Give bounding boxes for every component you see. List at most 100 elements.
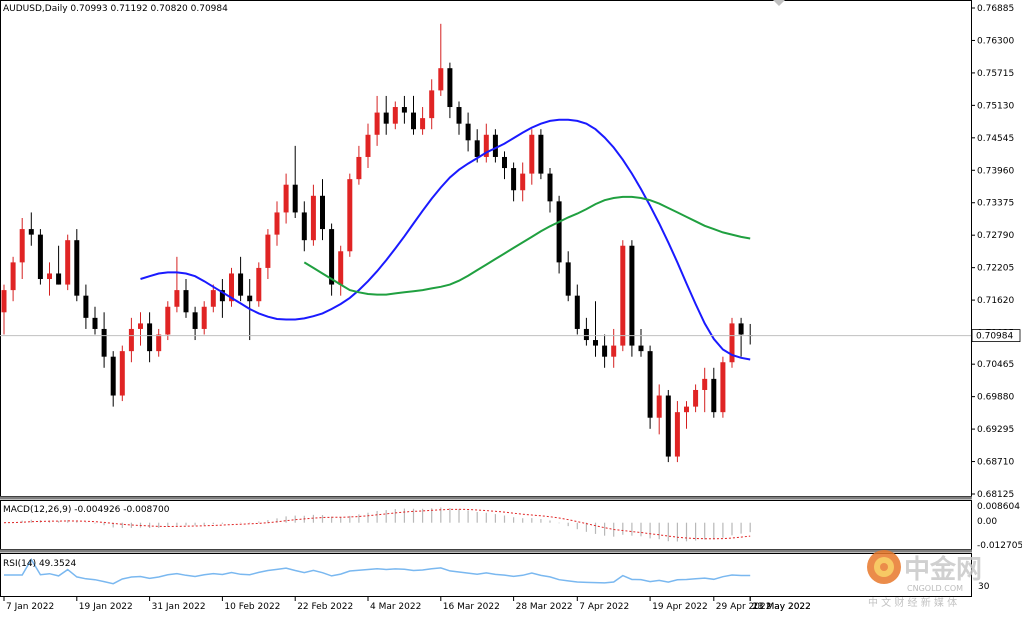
- candle-body: [1, 290, 7, 313]
- candle-body: [247, 295, 253, 302]
- candle-body: [583, 328, 589, 341]
- candle-body: [165, 306, 171, 335]
- candle-body: [665, 395, 671, 457]
- date-axis: 7 Jan 2022 19 Jan 2022 31 Jan 2022 10 Feb 2…: [3, 597, 811, 612]
- candle-body: [420, 118, 426, 130]
- candle-body: [329, 229, 335, 285]
- date-tick-label: 19 Apr 2022: [652, 602, 708, 612]
- candle-body: [429, 90, 435, 119]
- candle-body: [292, 184, 298, 213]
- candle-body: [547, 173, 553, 202]
- candle-body: [511, 168, 517, 191]
- date-tick-label: 4 Mar 2022: [370, 602, 421, 612]
- macd-title: MACD(12,26,9) -0.004926 -0.008700: [3, 505, 170, 515]
- candle-body: [438, 68, 444, 91]
- candle-body: [447, 68, 453, 108]
- candle-body: [138, 323, 143, 329]
- candle-body: [83, 295, 89, 318]
- candle-body: [92, 317, 98, 329]
- candle-body: [101, 328, 107, 357]
- price-tick-label: 0.73375: [977, 199, 1014, 209]
- candle-body: [693, 389, 699, 407]
- candle-body: [383, 112, 389, 124]
- price-tick-label: 0.76885: [977, 4, 1014, 14]
- candle-body: [502, 156, 507, 169]
- watermark-name: 中金网: [904, 554, 982, 585]
- candle-body: [265, 234, 271, 268]
- rsi-title: RSI(14) 49.3524: [3, 559, 76, 569]
- candle-body: [274, 212, 280, 235]
- candle-body: [201, 306, 207, 329]
- candle-body: [156, 334, 162, 352]
- date-tick-label: 28 Mar 2022: [516, 602, 573, 612]
- macd-tick-label: 0.00: [977, 517, 997, 527]
- candle-body: [474, 140, 480, 157]
- candle-body: [492, 134, 498, 157]
- price-tick-label: 0.68125: [977, 490, 1014, 500]
- price-axis: 0.76885 0.76300 0.75715 0.75130 0.74545 0.739…: [971, 4, 1014, 500]
- candle-body: [37, 234, 43, 280]
- candle-body: [392, 107, 398, 124]
- candle-body: [602, 345, 608, 357]
- candle-body: [356, 156, 362, 180]
- candle-body: [647, 351, 653, 418]
- date-tick-label: 23 May 2022: [752, 602, 811, 612]
- watermark-domain: CNGOLD.COM: [907, 584, 963, 593]
- price-tick-label: 0.69295: [977, 425, 1014, 435]
- candle-body: [656, 395, 662, 418]
- candle-body: [684, 406, 689, 413]
- candle-body: [593, 340, 598, 346]
- candle-body: [256, 267, 262, 302]
- candle-body: [629, 245, 635, 346]
- candle-body: [620, 245, 626, 346]
- watermark-coin-core-icon: [880, 563, 888, 571]
- price-tick-label: 0.75130: [977, 101, 1014, 111]
- price-tick-label: 0.76300: [977, 36, 1014, 46]
- price-tick-label: 0.68710: [977, 458, 1014, 468]
- chart-canvas: 0.76885 0.76300 0.75715 0.75130 0.74545 0.739…: [0, 0, 1022, 612]
- candle-body: [365, 134, 371, 157]
- candle-body: [119, 351, 125, 396]
- watermark-slogan: 中 文 财 经 新 媒 体: [868, 596, 957, 609]
- candle-body: [28, 229, 34, 235]
- candle-body: [538, 134, 544, 174]
- price-tick-label: 0.70465: [977, 360, 1014, 370]
- chart-title: AUDUSD,Daily 0.70993 0.71192 0.70820 0.7…: [3, 4, 228, 14]
- date-tick-label: 19 Jan 2022: [79, 602, 133, 612]
- date-tick-label: 10 Feb 2022: [224, 602, 280, 612]
- candle-body: [192, 312, 198, 329]
- price-tick-label: 0.74545: [977, 134, 1014, 144]
- candle-body: [565, 262, 571, 296]
- candle-body: [56, 273, 62, 285]
- main-price-panel: [0, 0, 972, 497]
- candle-body: [456, 107, 462, 124]
- candle-body: [738, 323, 744, 335]
- candle-body: [10, 262, 16, 291]
- candle-body: [711, 378, 717, 413]
- candle-body: [74, 240, 80, 296]
- candle-body: [47, 273, 52, 280]
- rsi-panel: [0, 553, 972, 597]
- candle-body: [301, 212, 307, 241]
- candle-body: [174, 290, 180, 307]
- candle-body: [574, 295, 580, 329]
- date-tick-label: 7 Apr 2022: [579, 602, 629, 612]
- price-tick-label: 0.75715: [977, 69, 1014, 79]
- candle-body: [465, 123, 471, 141]
- candle-body: [147, 323, 153, 352]
- price-tick-label: 0.71620: [977, 296, 1014, 306]
- candle-body: [183, 290, 189, 313]
- candle-body: [556, 201, 562, 263]
- candle-body: [65, 240, 71, 285]
- candle-body: [238, 273, 244, 296]
- candle-body: [210, 290, 216, 307]
- candle-body: [401, 107, 407, 113]
- candle-body: [320, 195, 325, 230]
- candle-body: [720, 362, 726, 413]
- candle-body: [128, 328, 134, 352]
- date-tick-label: 31 Jan 2022: [152, 602, 206, 612]
- price-tick-label: 0.69880: [977, 393, 1014, 403]
- candle-body: [310, 195, 316, 241]
- candle-body: [702, 378, 708, 390]
- price-tick-label: 0.72205: [977, 264, 1014, 274]
